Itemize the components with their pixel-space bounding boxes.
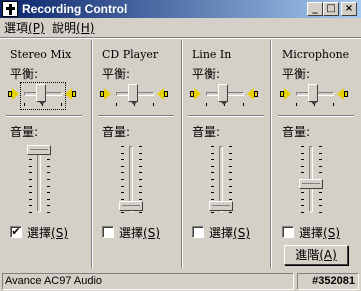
channel-separator (98, 115, 174, 117)
channel-name: Line In (192, 48, 232, 61)
minimize-button[interactable]: _ (307, 2, 323, 16)
select-label[interactable]: 選擇(S) (299, 224, 340, 241)
advanced-button[interactable]: 進階(A) (284, 245, 348, 265)
volume-slider-track[interactable] (37, 146, 41, 212)
channel-microphone: Microphone 平衡: 音量: 選擇(S) 進階(A) (272, 40, 361, 268)
balance-label: 平衡: (192, 67, 221, 81)
right-speaker-icon (246, 88, 258, 100)
recording-control-window: Recording Control _ □ × 選項(P) 說明(H) Ster… (0, 0, 361, 291)
left-speaker-icon (190, 88, 202, 100)
title-bar[interactable]: Recording Control _ □ × (0, 0, 361, 18)
volume-label: 音量: (10, 125, 39, 139)
volume-slider-thumb[interactable] (27, 145, 51, 155)
volume-slider-thumb[interactable] (119, 201, 143, 211)
channel-name: Microphone (282, 48, 350, 61)
balance-label: 平衡: (10, 67, 39, 81)
right-speaker-icon (156, 88, 168, 100)
select-text: 選擇 (299, 226, 324, 240)
status-id: #352081 (297, 273, 359, 290)
left-speaker-icon (100, 88, 112, 100)
menu-separator (0, 37, 361, 39)
menu-help-label: 說明 (52, 21, 77, 35)
select-mnemonic: (S) (323, 226, 340, 240)
menu-options[interactable]: 選項(P) (4, 21, 45, 35)
select-text: 選擇 (27, 226, 52, 240)
menu-options-mnemonic: (P) (28, 21, 45, 35)
device-name: Avance AC97 Audio (2, 273, 294, 290)
select-checkbox[interactable] (102, 226, 114, 238)
volume-ticks (29, 146, 32, 214)
balance-label: 平衡: (102, 67, 131, 81)
balance-slider-thumb[interactable] (308, 84, 318, 105)
left-speaker-icon (8, 88, 20, 100)
status-bar: Avance AC97 Audio #352081 (0, 271, 361, 291)
left-speaker-icon (280, 88, 292, 100)
select-text: 選擇 (209, 226, 234, 240)
select-label[interactable]: 選擇(S) (27, 224, 68, 241)
volume-slider-thumb[interactable] (299, 179, 323, 189)
window-title: Recording Control (22, 2, 128, 16)
channel-separator (6, 115, 82, 117)
channel-separator (278, 115, 354, 117)
volume-label: 音量: (102, 125, 131, 139)
close-button[interactable]: × (341, 2, 357, 16)
balance-slider-thumb[interactable] (218, 84, 228, 105)
maximize-button[interactable]: □ (323, 2, 339, 16)
menu-help[interactable]: 說明(H) (52, 21, 94, 35)
channel-separator (188, 115, 264, 117)
mixer-app-icon[interactable] (2, 1, 18, 17)
balance-label: 平衡: (282, 67, 311, 81)
channel-name: Stereo Mix (10, 48, 72, 61)
menu-help-mnemonic: (H) (76, 21, 95, 35)
select-checkbox[interactable] (282, 226, 294, 238)
select-mnemonic: (S) (143, 226, 160, 240)
menu-bar: 選項(P) 說明(H) (0, 18, 361, 38)
advanced-mnemonic: (A) (319, 248, 337, 262)
volume-label: 音量: (192, 125, 221, 139)
volume-slider-thumb[interactable] (209, 201, 233, 211)
volume-ticks (47, 146, 50, 214)
select-checkbox[interactable] (192, 226, 204, 238)
select-label[interactable]: 選擇(S) (119, 224, 160, 241)
channel-cd-player: CD Player 平衡: 音量: 選擇(S) (92, 40, 181, 268)
select-mnemonic: (S) (233, 226, 250, 240)
select-mnemonic: (S) (51, 226, 68, 240)
right-speaker-icon (336, 88, 348, 100)
focus-rectangle (20, 82, 66, 110)
select-text: 選擇 (119, 226, 144, 240)
volume-label: 音量: (282, 125, 311, 139)
balance-slider-thumb[interactable] (128, 84, 138, 105)
select-label[interactable]: 選擇(S) (209, 224, 250, 241)
select-checkbox[interactable]: ✔ (10, 226, 22, 238)
channel-name: CD Player (102, 48, 159, 61)
advanced-label: 進階 (295, 248, 320, 262)
channel-stereo-mix: Stereo Mix 平衡: 音量: ✔ 選擇(S) (0, 40, 92, 268)
menu-options-label: 選項 (4, 21, 29, 35)
channel-line-in: Line In 平衡: 音量: 選擇(S) (182, 40, 271, 268)
